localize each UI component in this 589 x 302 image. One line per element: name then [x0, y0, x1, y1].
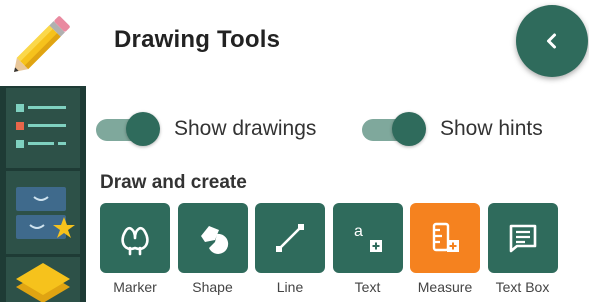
line-tool-label: Line	[276, 279, 304, 295]
section-title: Draw and create	[100, 172, 247, 193]
marker-tool-button[interactable]	[100, 203, 170, 273]
svg-text:a: a	[354, 223, 363, 240]
toggle-knob	[392, 112, 426, 146]
measure-tool[interactable]: Measure	[410, 203, 480, 295]
shape-tool-label: Shape	[192, 279, 233, 295]
show-hints-row: Show hints	[362, 112, 543, 146]
show-drawings-row: Show drawings	[96, 112, 316, 146]
measure-tool-label: Measure	[417, 279, 473, 295]
shape-tool-button[interactable]	[177, 203, 248, 273]
show-hints-toggle[interactable]	[362, 112, 426, 146]
text-box-tool[interactable]: Text Box	[487, 203, 558, 295]
measure-icon	[432, 222, 459, 252]
text-box-tool-label: Text Box	[495, 279, 550, 295]
measure-tool-button[interactable]	[410, 203, 480, 273]
text-box-tool-button[interactable]	[487, 203, 558, 273]
chevron-left-icon	[547, 33, 556, 49]
line-icon	[276, 224, 304, 252]
left-rail	[0, 0, 86, 302]
text-tool[interactable]: a Text	[332, 203, 403, 295]
panel-title: Drawing Tools	[114, 26, 281, 53]
drawer-star-icon	[16, 187, 75, 239]
rail-pencil-item[interactable]	[0, 0, 86, 86]
marker-tool[interactable]: Marker	[100, 203, 170, 295]
toggle-knob	[126, 112, 160, 146]
rail-layers-item[interactable]	[6, 257, 80, 302]
rail-drawer-item[interactable]	[6, 171, 80, 254]
collapse-panel-button[interactable]	[516, 5, 588, 77]
text-icon: a	[354, 223, 382, 252]
text-box-icon	[509, 224, 536, 253]
marker-tool-label: Marker	[113, 279, 157, 295]
list-icon	[16, 104, 66, 148]
pencil-icon	[14, 16, 70, 72]
show-drawings-toggle[interactable]	[96, 112, 160, 146]
tool-grid: Marker Shape Line a Text Measure Text Bo…	[100, 203, 565, 295]
line-tool[interactable]: Line	[255, 203, 325, 295]
drawing-tools-panel: Drawing Tools Show drawings Show hints D…	[86, 0, 589, 302]
rail-list-item[interactable]	[6, 88, 80, 168]
marker-icon	[121, 226, 149, 256]
shape-tool[interactable]: Shape	[177, 203, 248, 295]
text-tool-label: Text	[354, 279, 381, 295]
line-tool-button[interactable]	[255, 203, 325, 273]
text-tool-button[interactable]: a	[332, 203, 403, 273]
shape-icon	[200, 226, 228, 254]
show-drawings-label: Show drawings	[174, 117, 317, 140]
show-hints-label: Show hints	[440, 117, 543, 140]
layers-icon	[16, 263, 70, 302]
